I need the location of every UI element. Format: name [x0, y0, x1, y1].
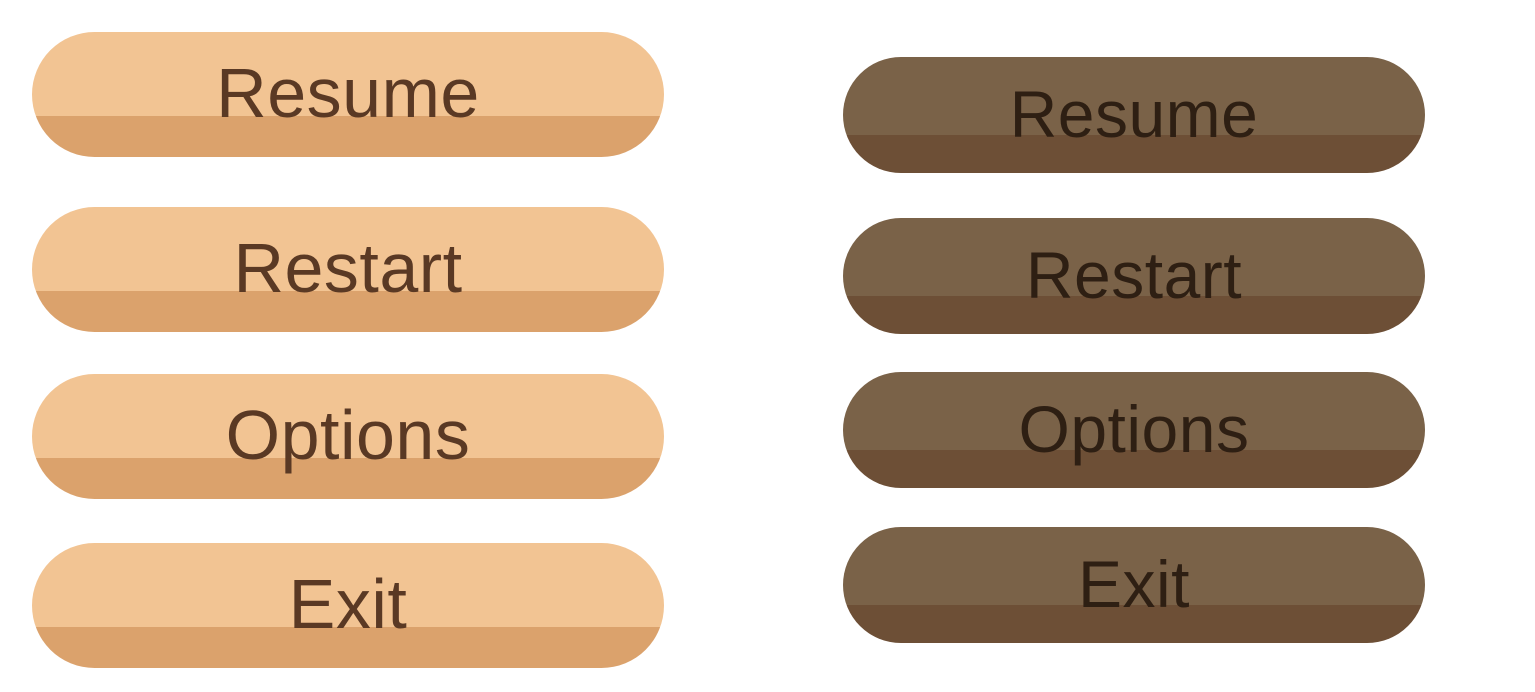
options-button[interactable]: Options — [32, 374, 664, 499]
restart-label: Restart — [233, 229, 463, 307]
resume-label: Resume — [216, 54, 480, 132]
resume-button[interactable]: Resume — [32, 32, 664, 157]
restart-button[interactable]: Restart — [843, 218, 1425, 334]
exit-button[interactable]: Exit — [843, 527, 1425, 643]
options-label: Options — [1018, 392, 1250, 466]
exit-label: Exit — [1077, 547, 1191, 621]
options-label: Options — [225, 396, 471, 474]
resume-button[interactable]: Resume — [843, 57, 1425, 173]
exit-button[interactable]: Exit — [32, 543, 664, 668]
restart-label: Restart — [1025, 238, 1243, 312]
restart-button[interactable]: Restart — [32, 207, 664, 332]
exit-label: Exit — [288, 565, 408, 643]
resume-label: Resume — [1009, 77, 1259, 151]
options-button[interactable]: Options — [843, 372, 1425, 488]
